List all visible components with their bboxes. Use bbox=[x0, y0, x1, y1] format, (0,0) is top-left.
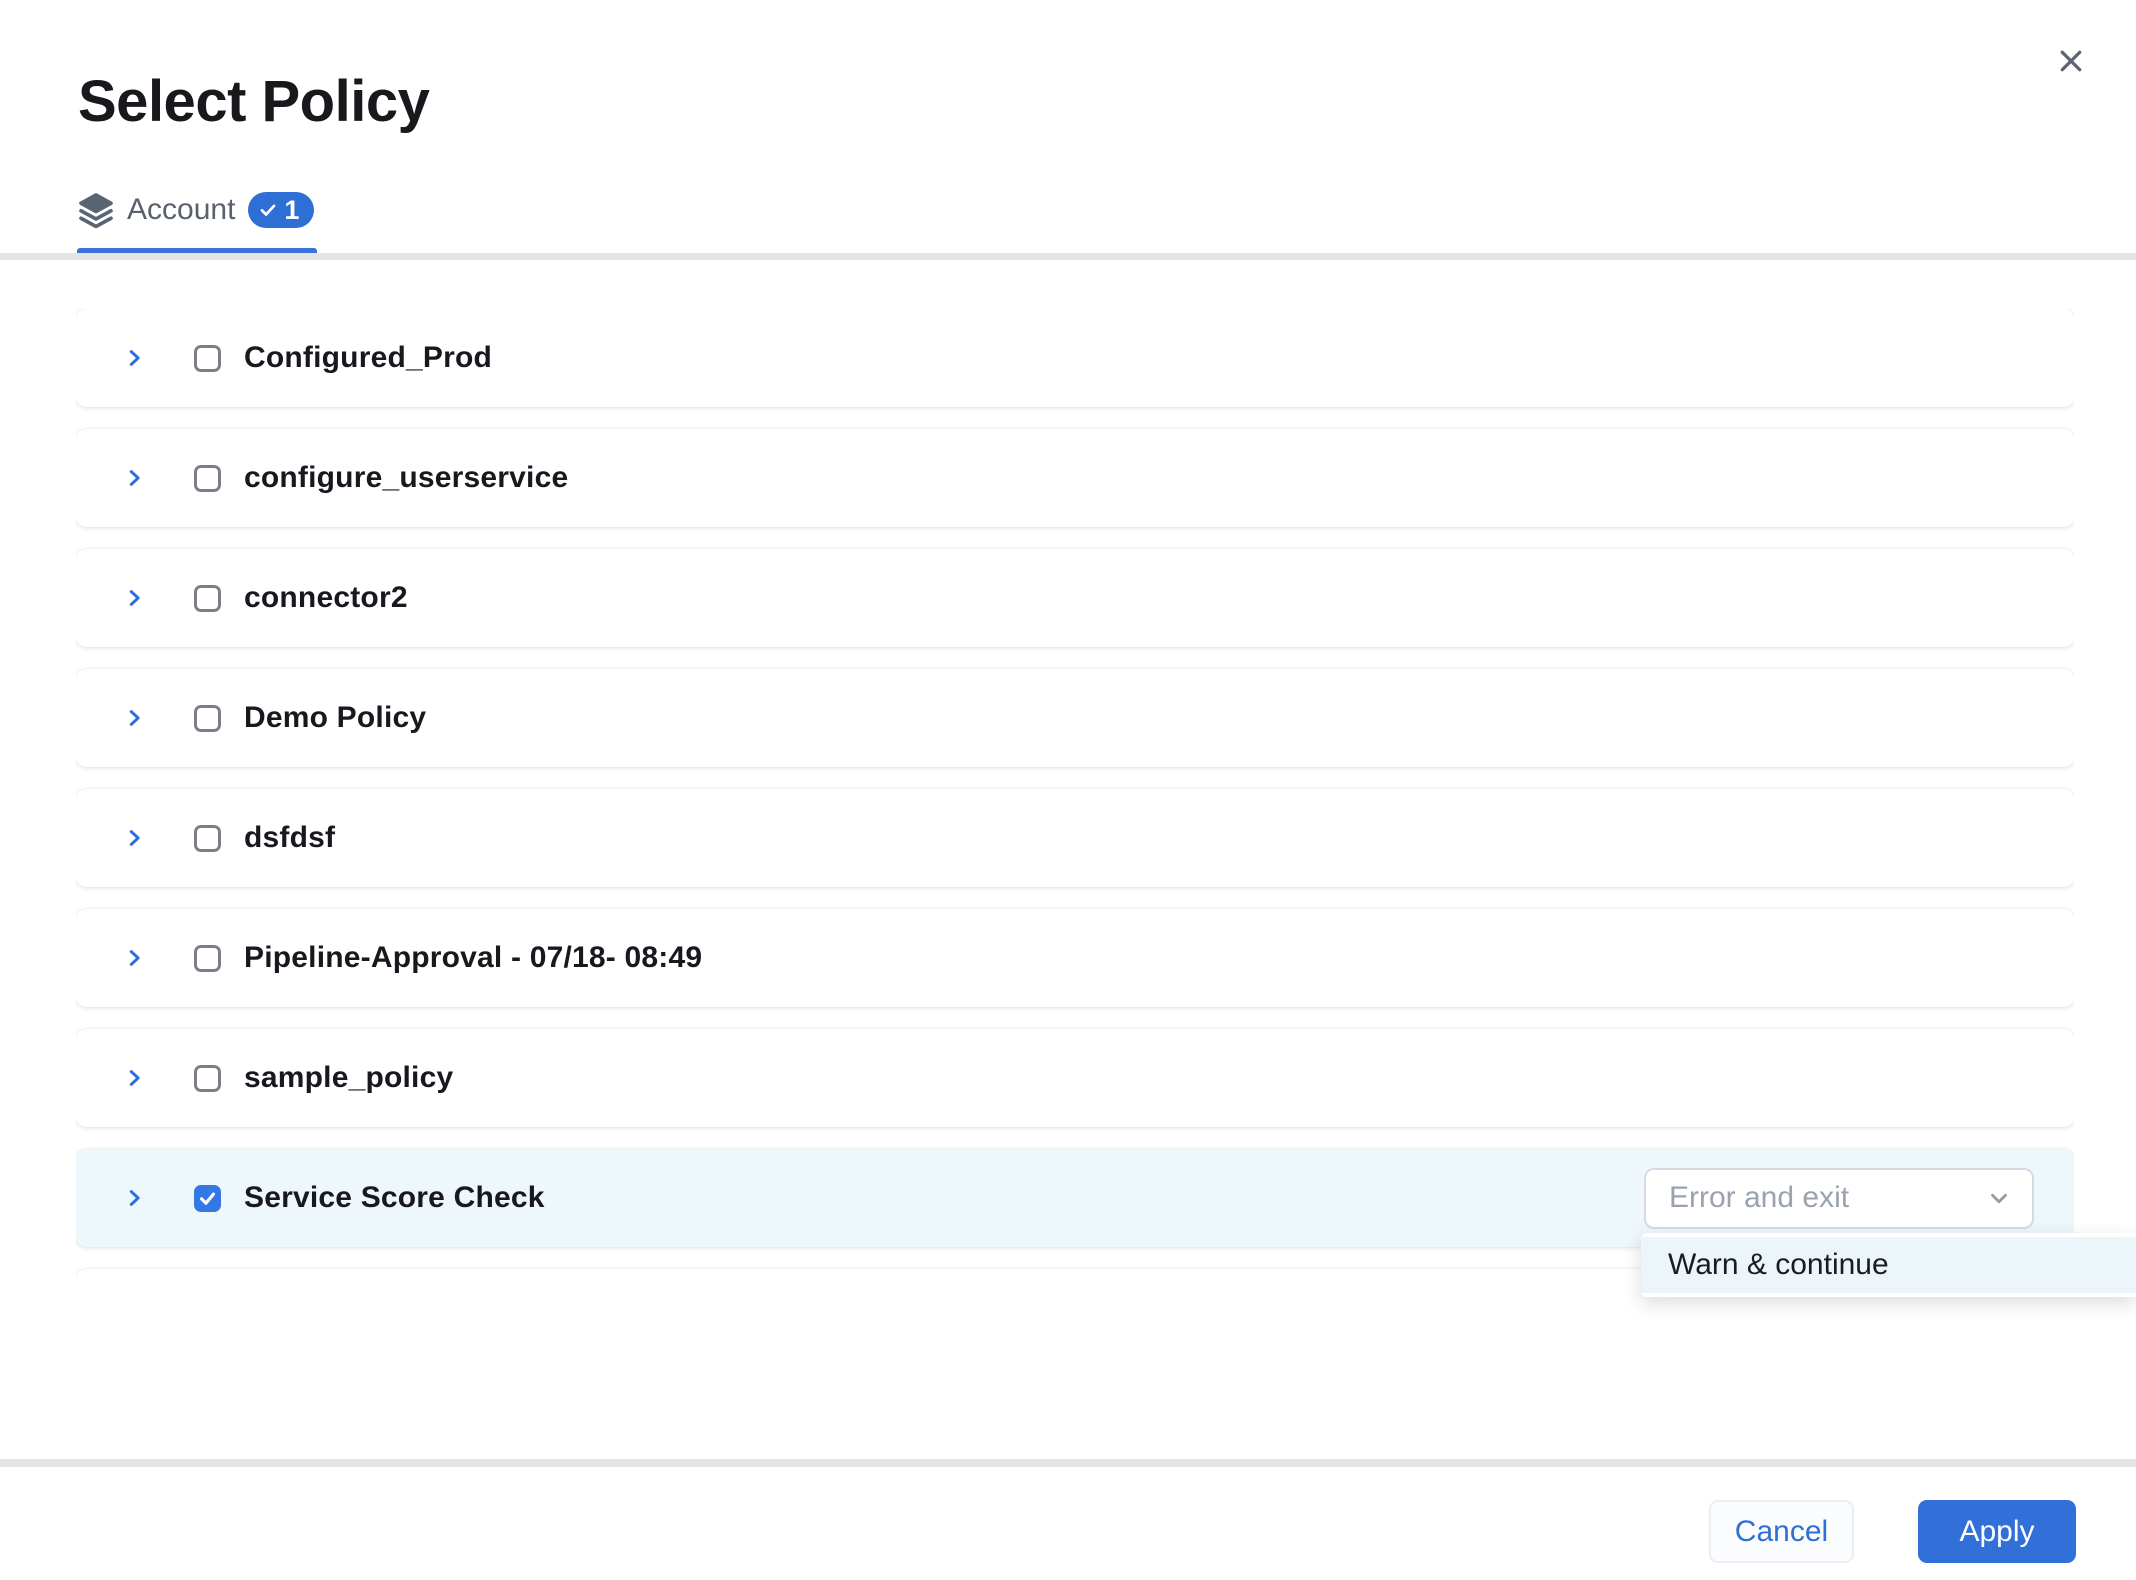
policy-checkbox[interactable] bbox=[194, 705, 221, 732]
expand-chevron-icon[interactable] bbox=[122, 822, 146, 854]
policy-name: Demo Policy bbox=[244, 701, 426, 735]
policy-name: dsfdsf bbox=[244, 821, 335, 855]
check-icon bbox=[259, 201, 277, 219]
header-divider bbox=[0, 253, 2136, 260]
policy-row[interactable]: connector2 bbox=[76, 549, 2074, 647]
chevron-down-icon bbox=[1986, 1185, 2012, 1211]
action-dropdown-menu: Warn & continue bbox=[1641, 1233, 2136, 1297]
layers-icon bbox=[78, 192, 114, 228]
page-title: Select Policy bbox=[78, 68, 429, 135]
policy-checkbox[interactable] bbox=[194, 1065, 221, 1092]
policy-row[interactable]: Configured_Prod bbox=[76, 309, 2074, 407]
policy-checkbox[interactable] bbox=[194, 945, 221, 972]
policy-name: sample_policy bbox=[244, 1061, 453, 1095]
policy-row[interactable]: Demo Policy bbox=[76, 669, 2074, 767]
policy-name: Pipeline-Approval - 07/18- 08:49 bbox=[244, 941, 702, 975]
expand-chevron-icon[interactable] bbox=[122, 342, 146, 374]
policy-row[interactable]: dsfdsf bbox=[76, 789, 2074, 887]
selected-count: 1 bbox=[284, 195, 299, 226]
dropdown-option-warn-continue[interactable]: Warn & continue bbox=[1641, 1237, 2136, 1293]
policy-checkbox[interactable] bbox=[194, 465, 221, 492]
close-button[interactable] bbox=[2046, 36, 2096, 86]
policy-checkbox[interactable] bbox=[194, 585, 221, 612]
cancel-button[interactable]: Cancel bbox=[1709, 1500, 1854, 1563]
expand-chevron-icon[interactable] bbox=[122, 462, 146, 494]
close-icon bbox=[2056, 46, 2086, 76]
tab-account-label: Account bbox=[127, 193, 235, 227]
action-select-value: Error and exit bbox=[1669, 1181, 1849, 1215]
policy-name: connector2 bbox=[244, 581, 408, 615]
action-select[interactable]: Error and exit bbox=[1644, 1168, 2034, 1229]
apply-button[interactable]: Apply bbox=[1918, 1500, 2076, 1563]
expand-chevron-icon[interactable] bbox=[122, 1062, 146, 1094]
policy-name: Configured_Prod bbox=[244, 341, 492, 375]
expand-chevron-icon[interactable] bbox=[122, 942, 146, 974]
policy-row[interactable]: configure_userservice bbox=[76, 429, 2074, 527]
expand-chevron-icon[interactable] bbox=[122, 702, 146, 734]
policy-checkbox-checked[interactable] bbox=[194, 1185, 221, 1212]
policy-checkbox[interactable] bbox=[194, 345, 221, 372]
expand-chevron-icon[interactable] bbox=[122, 582, 146, 614]
expand-chevron-icon[interactable] bbox=[122, 1182, 146, 1214]
policy-name: configure_userservice bbox=[244, 461, 568, 495]
policy-row[interactable]: sample_policy bbox=[76, 1029, 2074, 1127]
policy-row[interactable]: Pipeline-Approval - 07/18- 08:49 bbox=[76, 909, 2074, 1007]
policy-checkbox[interactable] bbox=[194, 825, 221, 852]
selected-count-badge: 1 bbox=[248, 192, 314, 228]
policy-list: Configured_Prod configure_userservice co… bbox=[76, 309, 2074, 1301]
policy-name: Service Score Check bbox=[244, 1181, 545, 1215]
tab-account[interactable]: Account 1 bbox=[78, 192, 314, 228]
footer-divider bbox=[0, 1459, 2136, 1467]
